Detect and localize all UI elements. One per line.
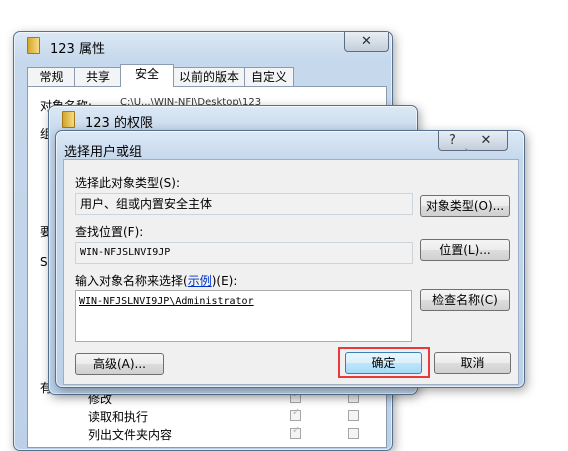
permissions-titlebar: 123 的权限 — [49, 106, 417, 132]
permissions-title: 123 的权限 — [85, 116, 153, 131]
permission-name: 读取和执行 — [88, 410, 149, 424]
dialog-body: 选择此对象类型(S): 用户、组或内置安全主体 对象类型(O)... 查找位置(… — [63, 159, 519, 385]
help-button[interactable]: ? — [438, 131, 467, 151]
select-dialog-title: 选择用户或组 — [64, 145, 143, 160]
object-type-label: 选择此对象类型(S): — [75, 176, 181, 190]
properties-close-button[interactable]: ✕ — [344, 32, 389, 52]
examples-link[interactable]: 示例 — [188, 274, 212, 288]
deny-checkbox — [348, 410, 359, 421]
properties-titlebar: 123 属性 — [14, 32, 392, 58]
properties-title: 123 属性 — [50, 42, 105, 57]
permission-row: 列出文件夹内容 — [88, 426, 172, 443]
location-label: 查找位置(F): — [75, 225, 144, 239]
permission-row: 读取和执行 — [88, 408, 148, 425]
check-names-button[interactable]: 检查名称(C) — [420, 289, 510, 311]
ok-button[interactable]: 确定 — [345, 352, 422, 374]
folder-icon — [26, 36, 40, 54]
locations-button[interactable]: 位置(L)... — [420, 239, 510, 261]
enter-names-label-prefix: 输入对象名称来选择( — [75, 274, 188, 288]
advanced-button[interactable]: 高级(A)... — [75, 353, 164, 375]
cancel-button[interactable]: 取消 — [434, 352, 511, 374]
object-names-textarea[interactable]: WIN-NFJSLNVI9JP\Administrator — [75, 290, 412, 342]
folder-icon — [61, 110, 75, 128]
tab-previous-versions[interactable]: 以前的版本 — [172, 67, 246, 87]
object-type-field: 用户、组或内置安全主体 — [75, 193, 413, 215]
permission-name: 列出文件夹内容 — [88, 428, 173, 442]
allow-checkbox — [290, 407, 301, 421]
object-types-button[interactable]: 对象类型(O)... — [420, 195, 510, 217]
tab-security[interactable]: 安全 — [120, 64, 174, 87]
select-users-dialog: 选择用户或组 ? ✕ 选择此对象类型(S): 用户、组或内置安全主体 对象类型(… — [55, 130, 525, 388]
deny-checkbox — [348, 428, 359, 439]
enter-names-label: 输入对象名称来选择(示例)(E): — [75, 272, 237, 289]
fragment-s: S — [40, 255, 48, 269]
dialog-close-button[interactable]: ✕ — [465, 131, 508, 151]
enter-names-label-suffix: )(E): — [211, 274, 238, 288]
location-field: WIN-NFJSLNVI9JP — [75, 242, 413, 264]
tab-general[interactable]: 常规 — [27, 67, 76, 87]
tab-sharing[interactable]: 共享 — [74, 67, 122, 87]
tab-customize[interactable]: 自定义 — [244, 67, 294, 87]
object-names-value: WIN-NFJSLNVI9JP\Administrator — [79, 296, 254, 307]
allow-checkbox — [290, 425, 301, 439]
